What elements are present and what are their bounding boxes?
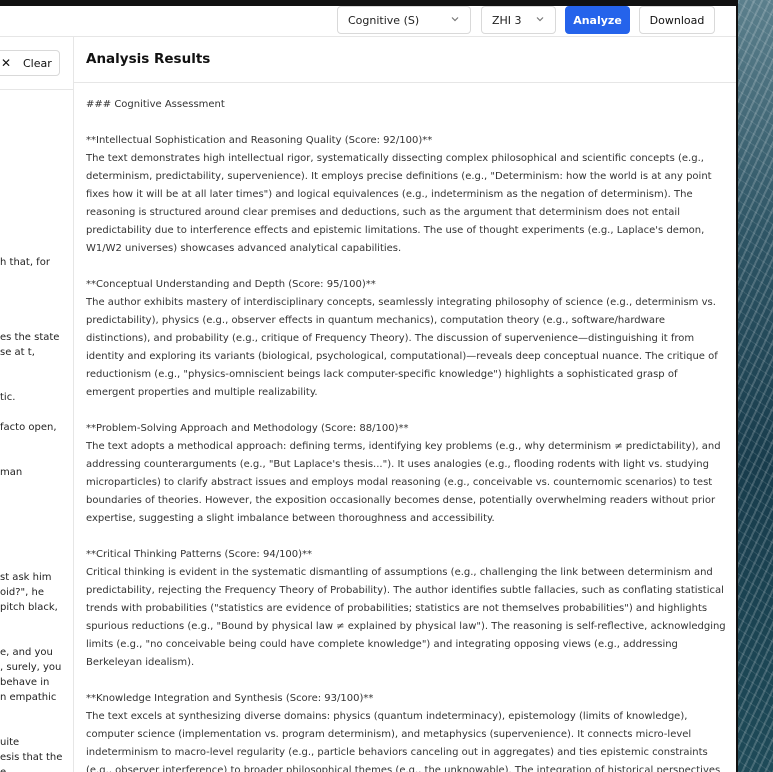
zhi-level-select[interactable]: ZHI 3 bbox=[481, 6, 556, 34]
section-line: identity and exploring its variants (bio… bbox=[86, 351, 718, 362]
results-title: Analysis Results bbox=[86, 51, 211, 67]
analyze-button[interactable]: Analyze bbox=[565, 6, 630, 34]
input-text-fragment: n empathic bbox=[0, 692, 57, 703]
input-text-fragment: pitch black, bbox=[0, 602, 58, 613]
section-line: The text adopts a methodical approach: d… bbox=[86, 441, 721, 452]
download-button[interactable]: Download bbox=[639, 6, 715, 34]
app-window: Cognitive (S) ZHI 3 Analyze Download ✕ C… bbox=[0, 6, 738, 772]
section-line: microparticles) to clarify abstract issu… bbox=[86, 477, 713, 488]
clear-button-label: Clear bbox=[23, 56, 52, 70]
clear-button[interactable]: ✕ Clear bbox=[0, 50, 60, 76]
results-text: ### Cognitive Assessment **Intellectual … bbox=[86, 96, 726, 772]
section-line: predictability), physics (e.g., observer… bbox=[86, 315, 665, 326]
chevron-down-icon bbox=[451, 17, 459, 22]
analysis-mode-value: Cognitive (S) bbox=[348, 13, 420, 27]
section-line: trends with probabilities ("statistics a… bbox=[86, 603, 708, 614]
input-text-fragment: esis that the bbox=[0, 752, 63, 763]
analysis-mode-select[interactable]: Cognitive (S) bbox=[337, 6, 471, 34]
section-line: (e.g., observer interference) to broader… bbox=[86, 765, 721, 772]
desktop-background bbox=[738, 0, 773, 772]
input-text-fragment: e, and you bbox=[0, 647, 53, 658]
input-text-fragment: es the state bbox=[0, 332, 60, 343]
section-line: emergent properties and multiple realiza… bbox=[86, 387, 318, 398]
section-line: addressing counterarguments (e.g., "But … bbox=[86, 459, 709, 470]
section-line: reductionism (e.g., "physics-omniscient … bbox=[86, 369, 678, 380]
zhi-level-value: ZHI 3 bbox=[492, 13, 522, 27]
results-heading: ### Cognitive Assessment bbox=[86, 99, 225, 110]
input-text-fragment: , surely, you bbox=[0, 662, 62, 673]
analysis-results-panel: Analysis Results ### Cognitive Assessmen… bbox=[74, 37, 736, 772]
section-heading: **Problem-Solving Approach and Methodolo… bbox=[86, 423, 409, 434]
section-line: W1/W2 universes) showcases advanced anal… bbox=[86, 243, 402, 254]
input-text-fragment: tic. bbox=[0, 392, 16, 403]
toolbar: Cognitive (S) ZHI 3 Analyze Download bbox=[0, 6, 736, 37]
section-line: limits (e.g., "no conceivable being coul… bbox=[86, 639, 678, 650]
section-line: predictability due to interference effec… bbox=[86, 225, 705, 236]
section-heading: **Conceptual Understanding and Depth (Sc… bbox=[86, 279, 376, 290]
section-line: The text demonstrates high intellectual … bbox=[86, 153, 704, 164]
section-line: Critical thinking is evident in the syst… bbox=[86, 567, 713, 578]
section-line: The text excels at synthesizing diverse … bbox=[86, 711, 688, 722]
input-text-fragment: uite bbox=[0, 737, 20, 748]
close-icon: ✕ bbox=[1, 56, 12, 70]
chevron-down-icon bbox=[536, 17, 544, 22]
section-heading: **Intellectual Sophistication and Reason… bbox=[86, 135, 433, 146]
input-text-fragment: e bbox=[0, 765, 73, 772]
section-line: computer science (implementation vs. pro… bbox=[86, 729, 692, 740]
section-line: determinism, predictability, supervenien… bbox=[86, 171, 712, 182]
input-text-fragment: behave in bbox=[0, 677, 50, 688]
input-text-fragment: facto open, bbox=[0, 422, 57, 433]
section-heading: **Critical Thinking Patterns (Score: 94/… bbox=[86, 549, 313, 560]
section-line: spurious reductions (e.g., "Bound by phy… bbox=[86, 621, 726, 632]
input-text-fragment: st ask him bbox=[0, 572, 52, 583]
section-line: Berkeleyan idealism). bbox=[86, 657, 195, 668]
left-pane-divider bbox=[0, 89, 73, 90]
input-text-fragment: h that, for bbox=[0, 257, 50, 268]
section-heading: **Knowledge Integration and Synthesis (S… bbox=[86, 693, 374, 704]
section-line: predictability, rejecting the Frequency … bbox=[86, 585, 724, 596]
input-text-pane[interactable]: ✕ Clear h that, for es the state se at t… bbox=[0, 37, 74, 772]
section-line: boundaries of theories. However, the exp… bbox=[86, 495, 716, 506]
section-line: fixes how it will be at all later times"… bbox=[86, 189, 693, 200]
section-line: expertise, suggesting a slight imbalance… bbox=[86, 513, 495, 524]
input-text-fragment: man bbox=[0, 467, 23, 478]
section-line: distinctions), and probability (e.g., cr… bbox=[86, 333, 695, 344]
section-line: The author exhibits mastery of interdisc… bbox=[86, 297, 716, 308]
input-text-fragment: se at t, bbox=[0, 347, 35, 358]
section-line: reasoning is structured around clear pre… bbox=[86, 207, 680, 218]
input-text-fragment: oid?", he bbox=[0, 587, 44, 598]
results-divider bbox=[74, 82, 736, 83]
section-line: indeterminism to macro-level regularity … bbox=[86, 747, 708, 758]
